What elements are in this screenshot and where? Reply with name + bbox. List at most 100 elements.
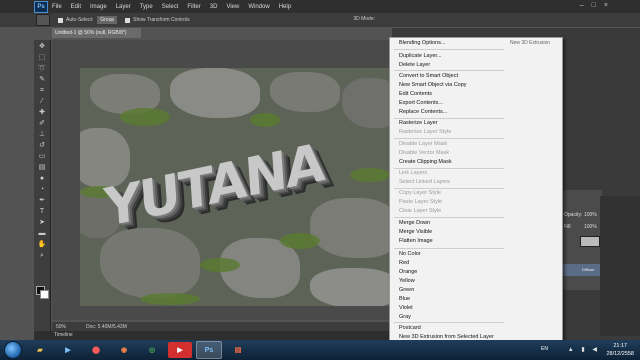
context-menu-item[interactable]: Duplicate Layer... bbox=[399, 53, 442, 59]
language-indicator[interactable]: EN bbox=[541, 346, 548, 352]
context-menu-item[interactable]: Merge Down bbox=[399, 220, 430, 226]
context-menu-item[interactable]: Export Contents... bbox=[399, 100, 443, 106]
fill-value[interactable]: 100% bbox=[584, 224, 597, 230]
context-menu-item[interactable]: Merge Visible bbox=[399, 229, 432, 235]
menu-select[interactable]: Select bbox=[162, 4, 179, 10]
stamp-tool-icon[interactable]: ⊥ bbox=[37, 131, 47, 139]
auto-select-checkbox[interactable] bbox=[58, 17, 63, 23]
menu-separator bbox=[394, 217, 504, 218]
3d-mode-label: 3D Mode: bbox=[353, 16, 375, 22]
menu-filter[interactable]: Filter bbox=[187, 4, 200, 10]
menu-layer[interactable]: Layer bbox=[116, 4, 131, 10]
context-menu-item: Select Linked Layers bbox=[399, 179, 451, 185]
context-menu-item[interactable]: Edit Contents bbox=[399, 91, 432, 97]
maximize-button[interactable]: □ bbox=[592, 2, 596, 9]
window-controls: – □ × bbox=[580, 2, 608, 9]
auto-select-dropdown[interactable]: Group bbox=[97, 16, 118, 24]
menu-view[interactable]: View bbox=[226, 4, 239, 10]
document-icon[interactable]: ▤ bbox=[226, 342, 250, 358]
youtube-icon[interactable]: ▶ bbox=[168, 342, 192, 358]
zoom-level[interactable]: 50% bbox=[56, 324, 66, 330]
context-menu-item[interactable]: Rasterize Layer bbox=[399, 120, 438, 126]
menu-help[interactable]: Help bbox=[279, 4, 291, 10]
context-menu-item[interactable]: Postcard bbox=[399, 325, 421, 331]
eraser-tool-icon[interactable]: ▭ bbox=[37, 153, 47, 161]
chrome-icon[interactable]: ◎ bbox=[140, 342, 164, 358]
media-icon[interactable]: ▶ bbox=[56, 342, 80, 358]
context-menu-item[interactable]: Replace Contents... bbox=[399, 109, 447, 115]
clock-time: 21:17 bbox=[613, 343, 628, 349]
context-menu-item[interactable]: Create Clipping Mask bbox=[399, 159, 452, 165]
start-button[interactable] bbox=[4, 341, 22, 359]
menu-file[interactable]: File bbox=[52, 4, 62, 10]
document-tab[interactable]: Untitled-1 @ 50% (null, RGB/8*) bbox=[52, 28, 141, 38]
move-tool-icon[interactable]: ✥ bbox=[37, 43, 47, 51]
context-menu-item[interactable]: Delete Layer bbox=[399, 62, 430, 68]
gradient-tool-icon[interactable]: ▤ bbox=[37, 164, 47, 172]
context-menu-item[interactable]: Gray bbox=[399, 314, 411, 320]
background-color-swatch[interactable] bbox=[40, 290, 49, 299]
photoshop-logo-icon: Ps bbox=[34, 0, 48, 13]
context-menu-item: Disable Layer Mask bbox=[399, 141, 448, 147]
layer-context-menu: Blending Options... Duplicate Layer... Del… bbox=[389, 37, 563, 340]
tools-panel: ✥ ⬚ ➰ ✎ ⌗ ⁄ ✚ ✐ ⊥ ↺ ▭ ▤ ● ◔ ✒ T ➤ ▬ ✋ ⌕ bbox=[34, 40, 51, 340]
pen-tool-icon[interactable]: ✒ bbox=[37, 197, 47, 205]
menu-3d[interactable]: 3D bbox=[210, 4, 218, 10]
menu-bar: Ps File Edit Image Layer Type Select Fil… bbox=[0, 0, 640, 13]
hand-tool-icon[interactable]: ✋ bbox=[37, 241, 47, 249]
context-menu-item[interactable]: Blending Options... bbox=[399, 40, 445, 46]
panel-dock bbox=[600, 196, 640, 336]
context-menu-item: Link Layers bbox=[399, 170, 428, 176]
photoshop-icon[interactable]: Ps bbox=[196, 341, 222, 359]
dodge-tool-icon[interactable]: ◔ bbox=[37, 186, 47, 194]
folder-icon[interactable]: ▰ bbox=[28, 342, 52, 358]
menu-edit[interactable]: Edit bbox=[71, 4, 81, 10]
tray-icons[interactable]: ▲ ▮ ◀ bbox=[568, 346, 600, 353]
close-button[interactable]: × bbox=[604, 2, 608, 9]
clock[interactable]: 21:17 28/12/2558 bbox=[606, 342, 634, 358]
quick-select-tool-icon[interactable]: ✎ bbox=[37, 76, 47, 84]
menu-separator bbox=[394, 49, 504, 50]
context-menu-item[interactable]: Violet bbox=[399, 305, 413, 311]
browser-icon[interactable]: ◉ bbox=[112, 342, 136, 358]
context-menu-item[interactable]: Convert to Smart Object bbox=[399, 73, 458, 79]
timeline-panel-tab[interactable]: Timeline bbox=[34, 331, 414, 340]
document-size: Doc: 5.40M/5.43M bbox=[86, 323, 127, 330]
context-menu-item[interactable]: Yellow bbox=[399, 278, 415, 284]
shape-tool-icon[interactable]: ▬ bbox=[37, 230, 47, 238]
artwork-canvas[interactable]: YUTANA bbox=[80, 68, 392, 306]
context-menu-item[interactable]: Green bbox=[399, 287, 414, 293]
context-menu-item[interactable]: No Color bbox=[399, 251, 421, 257]
ctx-side-label: New 3D Extrusion bbox=[510, 40, 551, 46]
menu-image[interactable]: Image bbox=[90, 4, 107, 10]
move-tool-icon[interactable] bbox=[36, 14, 50, 26]
layer-row-selected[interactable]: Diffuse bbox=[562, 264, 602, 276]
windows-taskbar: ▰ ▶ ⬤ ◉ ◎ ▶ Ps ▤ EN ▲ ▮ ◀ 21:17 28/12/25… bbox=[0, 340, 640, 360]
layer-thumbnail[interactable] bbox=[580, 236, 600, 247]
context-menu-item[interactable]: Flatten Image bbox=[399, 238, 433, 244]
crop-tool-icon[interactable]: ⌗ bbox=[37, 87, 47, 95]
context-menu-item[interactable]: New Smart Object via Copy bbox=[399, 82, 467, 88]
eyedropper-tool-icon[interactable]: ⁄ bbox=[37, 98, 47, 106]
antivirus-icon[interactable]: ⬤ bbox=[84, 342, 108, 358]
menu-window[interactable]: Window bbox=[248, 4, 269, 10]
context-menu-item[interactable]: Blue bbox=[399, 296, 410, 302]
lasso-tool-icon[interactable]: ➰ bbox=[37, 65, 47, 73]
auto-select-label: Auto-Select: bbox=[66, 17, 94, 23]
healing-tool-icon[interactable]: ✚ bbox=[37, 109, 47, 117]
history-brush-icon[interactable]: ↺ bbox=[37, 142, 47, 150]
menu-type[interactable]: Type bbox=[140, 4, 153, 10]
context-menu-item[interactable]: Orange bbox=[399, 269, 417, 275]
brush-tool-icon[interactable]: ✐ bbox=[37, 120, 47, 128]
blur-tool-icon[interactable]: ● bbox=[37, 175, 47, 183]
zoom-tool-icon[interactable]: ⌕ bbox=[37, 252, 47, 260]
context-menu-item[interactable]: Red bbox=[399, 260, 409, 266]
path-select-tool-icon[interactable]: ➤ bbox=[37, 219, 47, 227]
show-transform-checkbox[interactable] bbox=[125, 17, 131, 23]
menu-separator bbox=[394, 138, 504, 139]
minimize-button[interactable]: – bbox=[580, 2, 584, 9]
marquee-tool-icon[interactable]: ⬚ bbox=[37, 54, 47, 62]
type-tool-icon[interactable]: T bbox=[37, 208, 47, 216]
opacity-value[interactable]: 100% bbox=[584, 212, 597, 218]
opacity-label: Opacity: bbox=[564, 212, 583, 218]
